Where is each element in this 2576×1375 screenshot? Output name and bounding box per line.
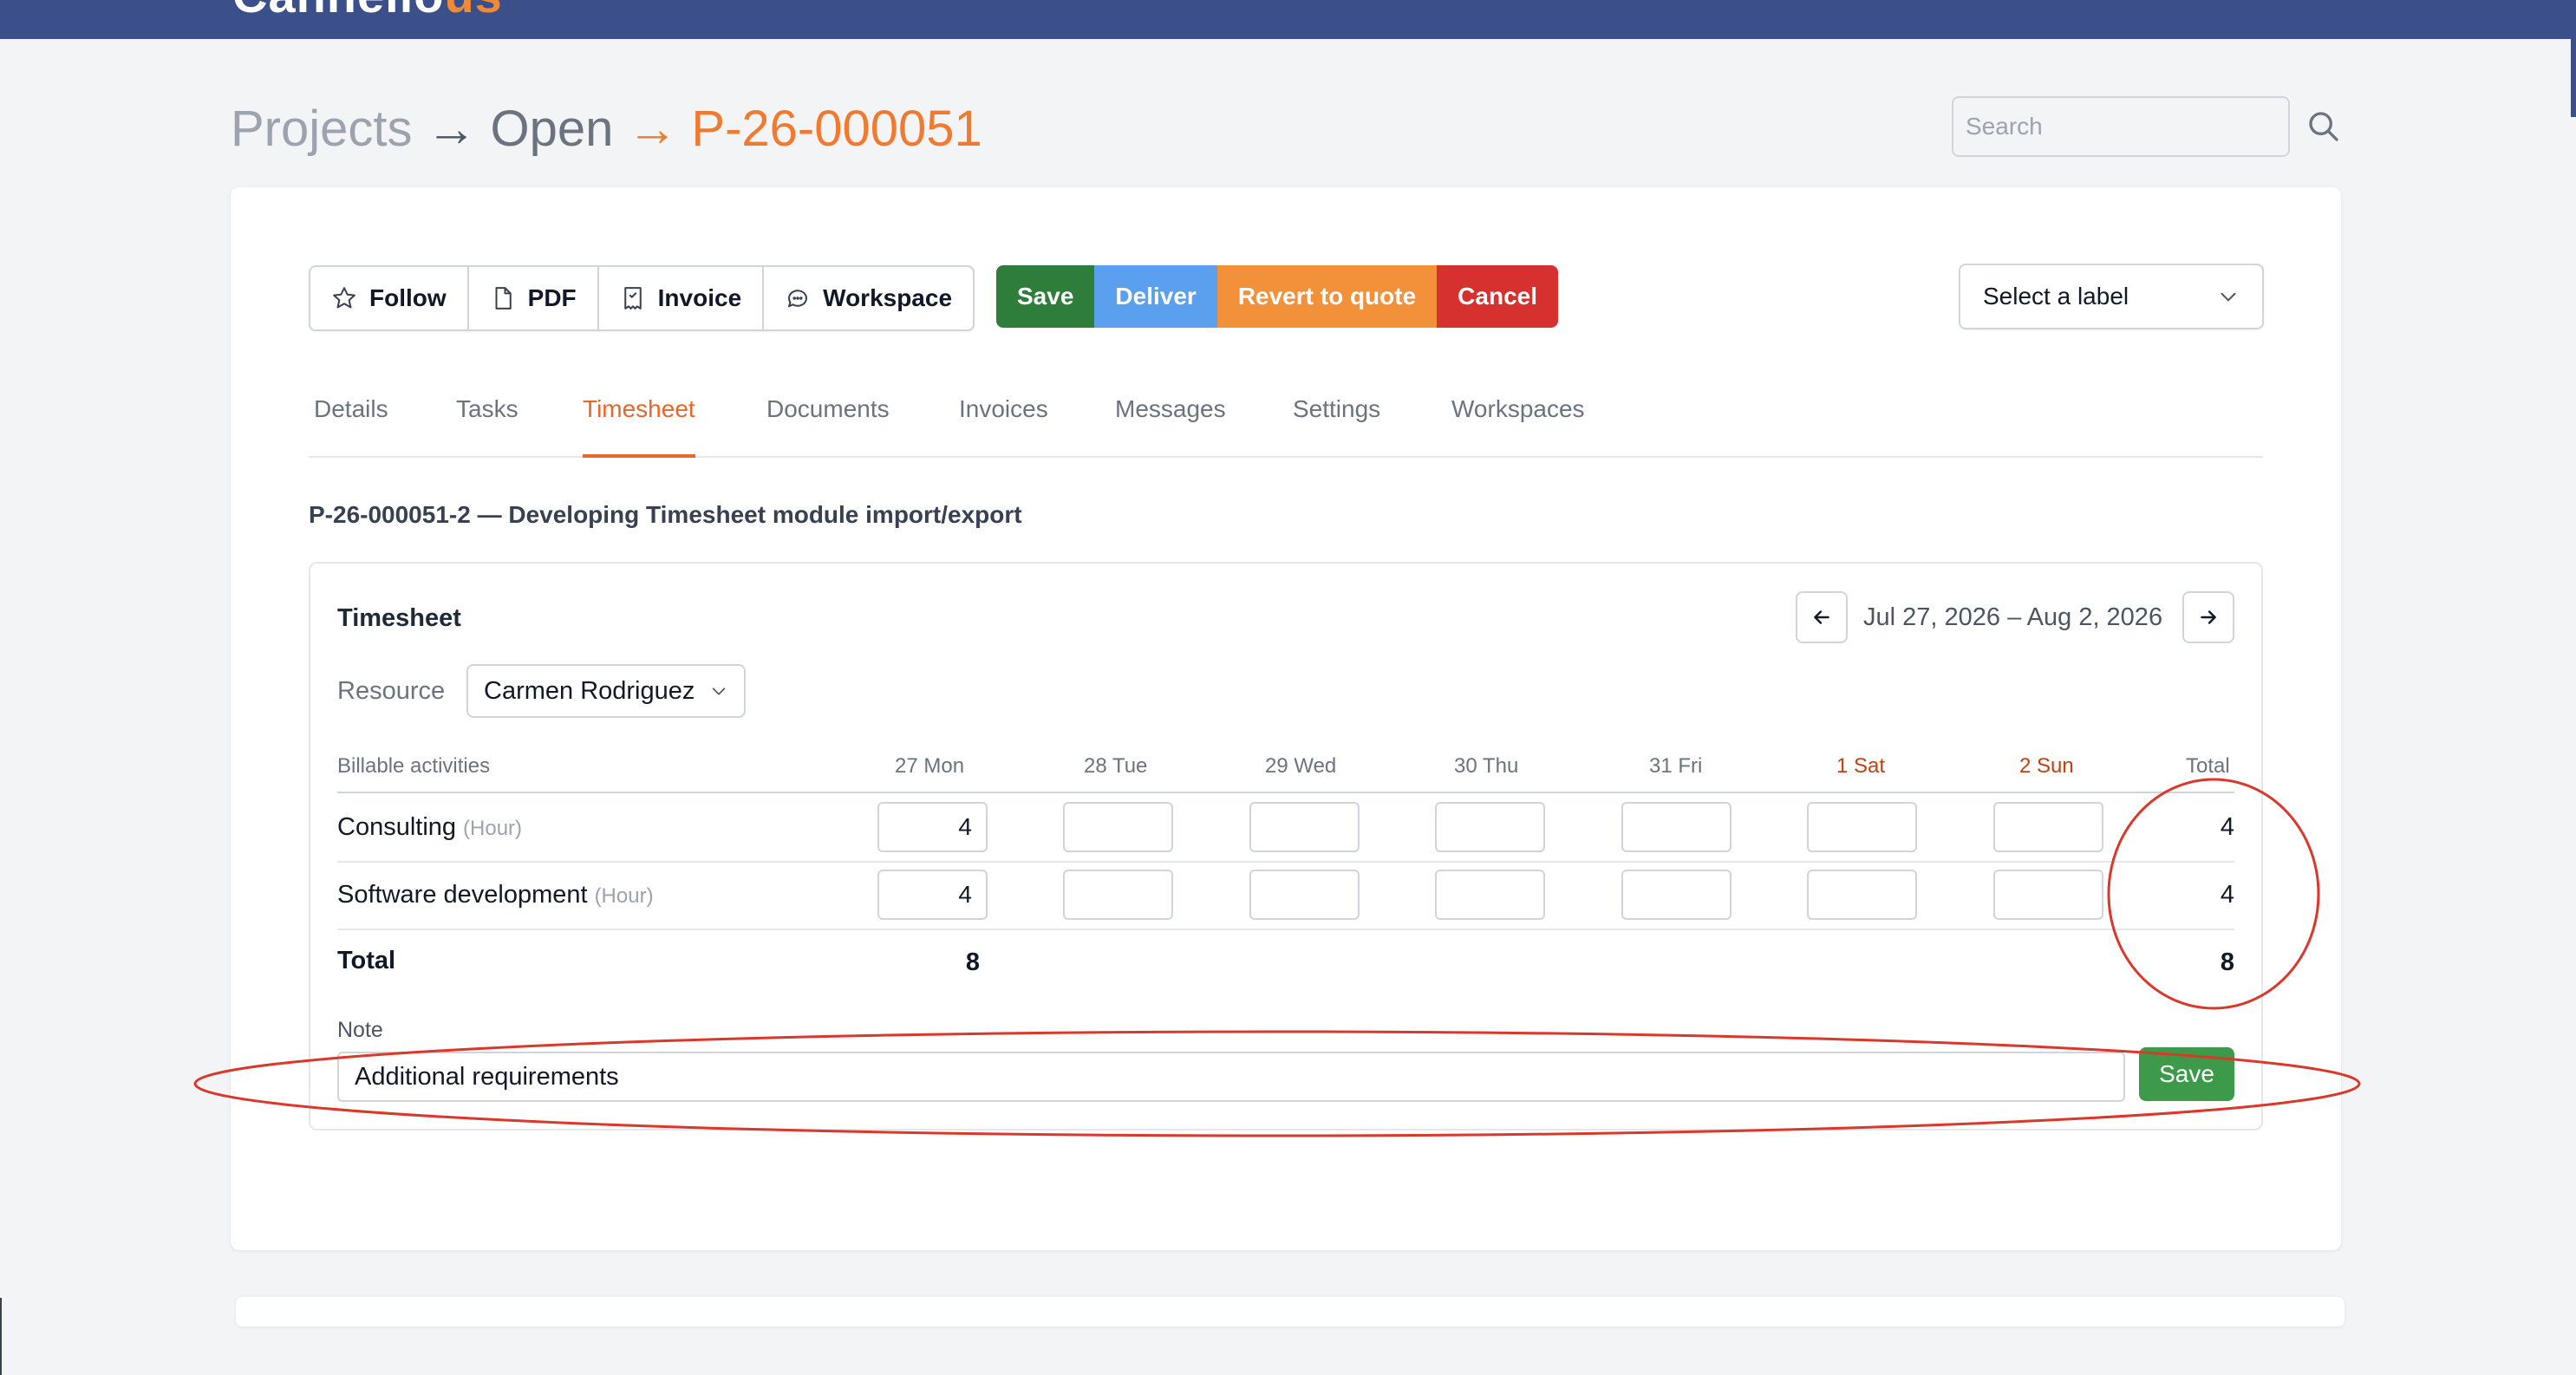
window-edge xyxy=(0,1298,2,1375)
follow-button[interactable]: Follow xyxy=(310,267,469,329)
tab-details[interactable]: Details xyxy=(314,390,388,456)
column-header-day: 30 Thu xyxy=(1454,754,1519,778)
date-range: Jul 27, 2026 – Aug 2, 2026 xyxy=(1863,603,2163,631)
project-actions-group: Follow PDF Invoice Workspace xyxy=(309,265,975,331)
tab-documents[interactable]: Documents xyxy=(766,390,890,456)
note-label: Note xyxy=(337,1018,383,1042)
label-select-value: Select a label xyxy=(1983,283,2129,310)
activity-unit: (Hour) xyxy=(463,817,523,840)
hours-input[interactable] xyxy=(1993,870,2103,920)
row-total: 4 xyxy=(2220,813,2234,841)
app-logo[interactable]: Cannellous xyxy=(232,0,503,23)
tab-tasks[interactable]: Tasks xyxy=(456,390,518,456)
resource-select[interactable]: Carmen Rodriguez xyxy=(466,664,746,718)
hours-input[interactable] xyxy=(1807,802,1917,852)
invoice-label: Invoice xyxy=(657,284,742,311)
note-save-button[interactable]: Save xyxy=(2139,1047,2234,1101)
hours-input[interactable] xyxy=(1807,870,1917,920)
activity-label: Software development xyxy=(337,881,588,909)
hours-input[interactable] xyxy=(1621,802,1731,852)
hours-input[interactable] xyxy=(1435,870,1545,920)
tab-timesheet[interactable]: Timesheet xyxy=(583,390,695,458)
grand-total: 8 xyxy=(2220,948,2234,976)
status-actions-group: Save Deliver Revert to quote Cancel xyxy=(996,265,1558,328)
column-header-weekend-day: 2 Sun xyxy=(2019,754,2074,778)
chevron-down-icon xyxy=(2221,292,2236,302)
arrow-right-icon xyxy=(2201,610,2216,624)
secondary-card xyxy=(236,1297,2344,1326)
column-header-day: 31 Fri xyxy=(1649,754,1703,778)
resource-label: Resource xyxy=(337,677,446,705)
next-week-button[interactable] xyxy=(2182,591,2234,643)
hours-input[interactable] xyxy=(1435,802,1545,852)
breadcrumb-arrow-icon: → xyxy=(627,100,678,157)
column-header-day: 27 Mon xyxy=(895,754,965,778)
timesheet-heading: Timesheet xyxy=(337,604,461,632)
top-navbar: Cannellous xyxy=(0,0,2576,39)
row-divider xyxy=(337,929,2234,930)
document-icon xyxy=(495,287,512,310)
activity-unit: (Hour) xyxy=(594,884,654,908)
previous-week-button[interactable] xyxy=(1796,591,1848,643)
hours-input[interactable] xyxy=(877,802,988,852)
breadcrumb-current: P-26-000051 xyxy=(691,100,982,157)
search-input[interactable] xyxy=(1952,96,2290,157)
revert-to-quote-button[interactable]: Revert to quote xyxy=(1216,265,1438,328)
hours-input[interactable] xyxy=(1249,870,1360,920)
tab-messages[interactable]: Messages xyxy=(1115,390,1226,456)
label-select[interactable]: Select a label xyxy=(1959,264,2264,329)
breadcrumb-open[interactable]: Open xyxy=(491,100,614,158)
column-header-day: 28 Tue xyxy=(1084,754,1148,778)
day-total: 8 xyxy=(965,948,980,976)
scrollbar[interactable] xyxy=(2571,0,2576,117)
workspace-label: Workspace xyxy=(823,284,953,311)
breadcrumb-arrow-icon: → xyxy=(426,100,477,157)
tab-settings[interactable]: Settings xyxy=(1293,390,1380,456)
breadcrumb-projects[interactable]: Projects xyxy=(231,100,413,158)
resource-select-value: Carmen Rodriguez xyxy=(484,676,695,705)
hours-input[interactable] xyxy=(1621,870,1731,920)
follow-label: Follow xyxy=(369,284,447,311)
column-header-day: 29 Wed xyxy=(1265,754,1337,778)
workspace-button[interactable]: Workspace xyxy=(764,267,973,329)
tab-invoices[interactable]: Invoices xyxy=(959,390,1048,456)
row-divider xyxy=(337,861,2234,863)
note-input[interactable] xyxy=(337,1052,2125,1102)
row-total: 4 xyxy=(2220,881,2234,909)
star-icon xyxy=(333,287,355,309)
project-tabs: Details Tasks Timesheet Documents Invoic… xyxy=(309,390,2263,458)
totals-label: Total xyxy=(337,947,396,974)
arrow-left-icon xyxy=(1814,610,1829,624)
activity-label: Consulting xyxy=(337,813,457,841)
hours-input[interactable] xyxy=(877,870,988,920)
activity-consulting: Consulting (Hour) xyxy=(337,813,522,842)
tab-workspaces[interactable]: Workspaces xyxy=(1451,390,1585,456)
hours-input[interactable] xyxy=(1063,870,1173,920)
hours-input[interactable] xyxy=(1993,802,2103,852)
activity-software-development: Software development (Hour) xyxy=(337,881,654,909)
chevron-down-icon xyxy=(712,688,726,695)
column-header-activities: Billable activities xyxy=(337,754,491,778)
hours-input[interactable] xyxy=(1063,802,1173,852)
receipt-icon xyxy=(623,287,642,310)
invoice-button[interactable]: Invoice xyxy=(599,267,765,329)
deliver-button[interactable]: Deliver xyxy=(1094,265,1217,328)
breadcrumb: Projects → Open → P-26-000051 xyxy=(231,94,982,163)
hours-input[interactable] xyxy=(1249,802,1360,852)
save-button[interactable]: Save xyxy=(996,265,1095,328)
column-header-total: Total xyxy=(2186,754,2230,778)
pdf-label: PDF xyxy=(527,284,577,311)
task-title: P-26-000051-2 — Developing Timesheet mod… xyxy=(309,501,1022,528)
cancel-button[interactable]: Cancel xyxy=(1437,265,1558,328)
chat-bubble-icon xyxy=(788,290,808,308)
search-icon[interactable] xyxy=(2306,109,2341,144)
table-header-divider xyxy=(337,792,2234,793)
pdf-button[interactable]: PDF xyxy=(469,267,599,329)
column-header-weekend-day: 1 Sat xyxy=(1836,754,1886,778)
